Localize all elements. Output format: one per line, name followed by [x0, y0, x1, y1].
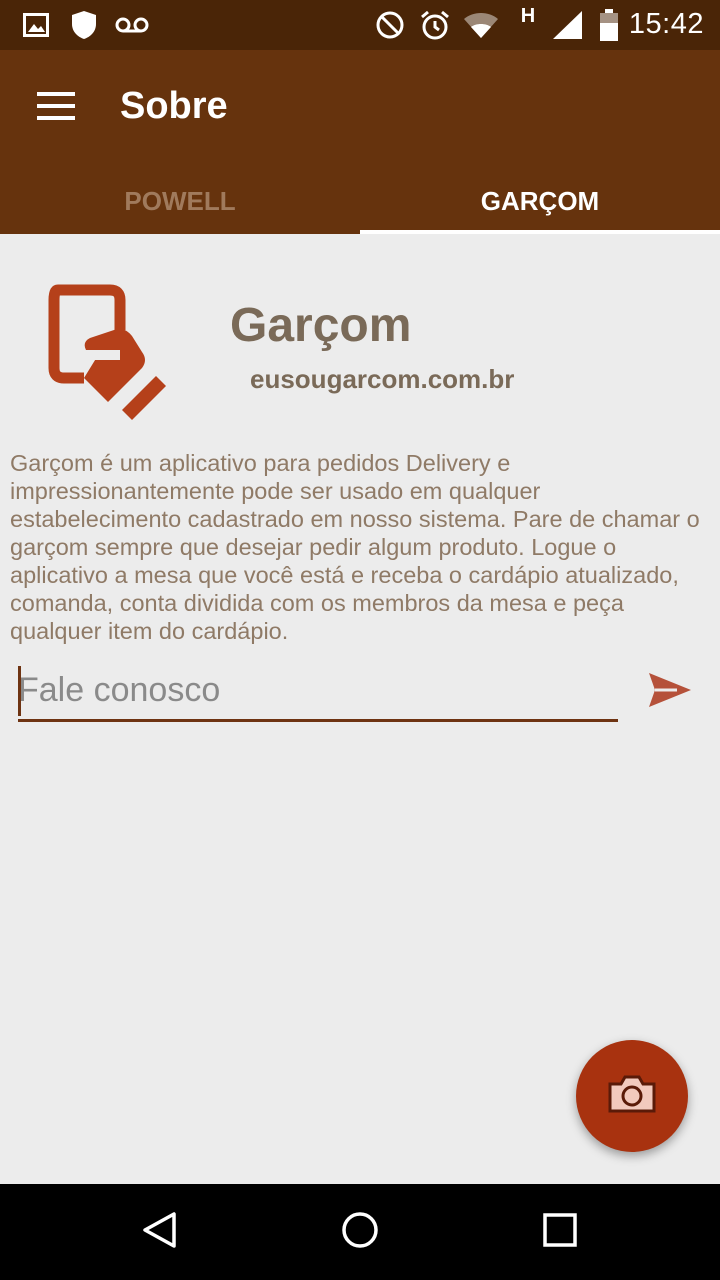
back-triangle-icon [140, 1210, 180, 1255]
recents-square-icon [542, 1212, 578, 1253]
wifi-icon [462, 10, 500, 40]
contact-input[interactable] [18, 666, 618, 722]
shield-icon [70, 10, 98, 40]
system-nav-bar [0, 1184, 720, 1280]
page-title: Sobre [120, 85, 228, 127]
signal-icon [550, 10, 584, 40]
tab-bar: POWELL GARÇOM [0, 168, 720, 234]
alarm-icon [418, 10, 452, 40]
app-name: Garçom [230, 299, 412, 352]
tab-powell-label: POWELL [124, 185, 236, 216]
app-website-link[interactable]: eusougarcom.com.br [250, 364, 514, 395]
camera-icon [607, 1074, 657, 1119]
recents-button[interactable] [520, 1202, 600, 1262]
tab-powell[interactable]: POWELL [0, 168, 360, 234]
send-button[interactable] [640, 666, 700, 718]
do-not-disturb-icon [374, 10, 406, 40]
home-circle-icon [340, 1210, 380, 1255]
app-description: Garçom é um aplicativo para pedidos Deli… [10, 450, 700, 644]
home-button[interactable] [320, 1202, 400, 1262]
camera-fab-button[interactable] [576, 1040, 688, 1152]
text-cursor [18, 666, 21, 716]
tab-garcom-label: GARÇOM [480, 185, 600, 216]
screen: H 15:42 Sobre POWELL GARÇOM Garçom eusou… [0, 0, 720, 1280]
h-network-icon: H [520, 4, 536, 27]
battery-icon [598, 9, 620, 41]
tab-garcom[interactable]: GARÇOM [360, 168, 720, 234]
status-bar: H 15:42 [0, 0, 720, 50]
menu-button[interactable] [24, 80, 88, 136]
back-button[interactable] [120, 1202, 200, 1262]
about-content: Garçom eusougarcom.com.br Garçom é um ap… [0, 234, 720, 1184]
hamburger-menu-icon [37, 91, 75, 125]
image-icon [22, 10, 50, 40]
send-icon [647, 671, 693, 714]
voicemail-icon [114, 10, 150, 40]
garcom-logo-icon [44, 260, 174, 430]
status-time: 15:42 [628, 8, 704, 40]
app-bar: Sobre POWELL GARÇOM [0, 50, 720, 234]
